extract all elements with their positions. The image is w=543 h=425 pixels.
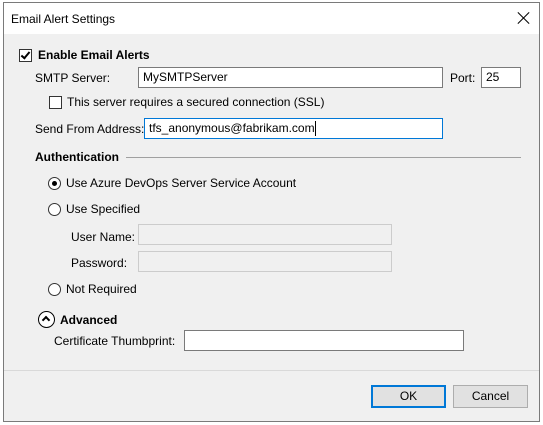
collapse-chevron-icon[interactable] [38,311,55,328]
send-from-address-label: Send From Address: [35,122,145,136]
radio-use-service-account[interactable] [48,177,61,190]
smtp-server-input[interactable]: MySMTPServer [138,67,443,88]
port-label: Port: [450,71,476,85]
chevron-up-icon [41,315,51,325]
radio-use-specified[interactable] [48,203,61,216]
radio-not-required[interactable] [48,283,61,296]
ssl-checkbox[interactable] [49,96,62,109]
enable-email-alerts-checkbox[interactable] [19,49,32,62]
advanced-label[interactable]: Advanced [60,313,117,327]
smtp-server-label: SMTP Server: [35,71,111,85]
close-icon[interactable] [517,11,531,25]
dialog-footer: OK Cancel [4,370,539,421]
password-label: Password: [71,256,128,270]
cancel-button[interactable]: Cancel [453,385,528,408]
use-service-account-label[interactable]: Use Azure DevOps Server Service Account [66,176,296,190]
certificate-thumbprint-input[interactable] [184,330,464,351]
authentication-separator [126,157,521,158]
radio-selected-dot [52,181,57,186]
user-name-input[interactable] [138,224,392,245]
checkmark-icon [20,49,31,60]
certificate-thumbprint-label: Certificate Thumbprint: [54,334,176,348]
password-input[interactable] [138,251,392,272]
not-required-label[interactable]: Not Required [66,282,137,296]
enable-email-alerts-label[interactable]: Enable Email Alerts [38,48,150,62]
use-specified-label[interactable]: Use Specified [66,202,140,216]
user-name-label: User Name: [71,230,136,244]
text-caret [315,121,316,136]
send-from-address-input[interactable]: tfs_anonymous@fabrikam.com [144,118,443,139]
email-alert-settings-dialog: Email Alert Settings Enable Email Alerts… [3,2,540,422]
title-bar: Email Alert Settings [4,3,539,34]
send-from-address-value: tfs_anonymous@fabrikam.com [149,121,315,135]
ssl-label[interactable]: This server requires a secured connectio… [67,95,324,109]
authentication-heading: Authentication [35,150,119,164]
port-input[interactable]: 25 [481,67,521,88]
window-title: Email Alert Settings [11,12,116,26]
ok-button[interactable]: OK [371,385,446,408]
